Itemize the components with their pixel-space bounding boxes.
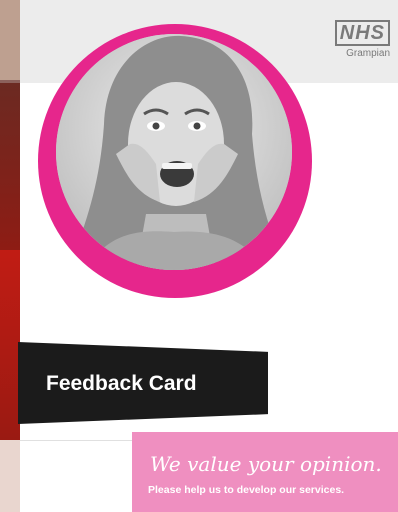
page-title: Feedback Card <box>46 372 197 395</box>
logo-brand: NHS <box>334 20 390 46</box>
pink-ring-frame <box>38 24 312 298</box>
subline-text: Please help us to develop our services. <box>148 484 345 496</box>
photo-circle <box>56 34 292 270</box>
tagline-text: We value your opinion. <box>150 452 382 476</box>
logo-region: Grampian <box>346 48 390 59</box>
feedback-card-cover: NHS Grampian Feedback Card We value your… <box>0 0 398 512</box>
nhs-grampian-logo: NHS Grampian <box>334 20 390 59</box>
woman-shouting-photo <box>56 34 292 270</box>
